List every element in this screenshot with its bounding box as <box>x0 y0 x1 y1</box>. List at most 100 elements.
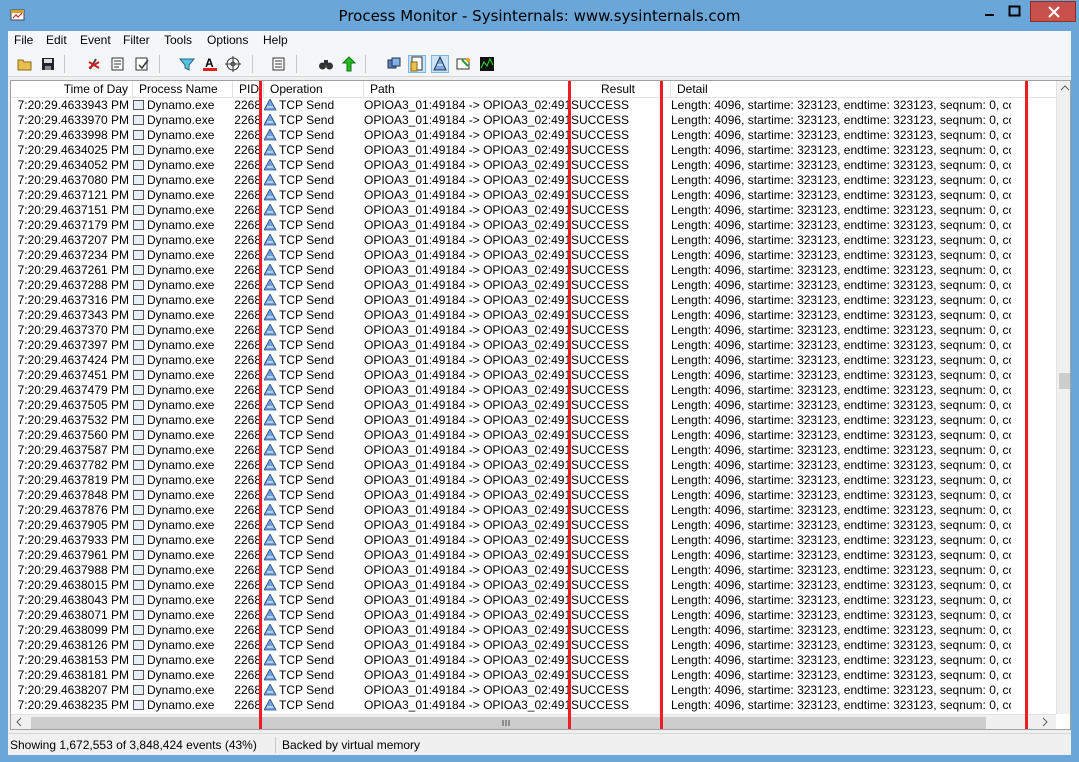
save-button[interactable] <box>39 55 57 73</box>
cell-result: SUCCESS <box>571 563 630 577</box>
table-row[interactable]: 7:20:29.4637905 PM Dynamo.exe 2268 TCP Send… <box>11 518 1056 533</box>
cell-process-label: Dynamo.exe <box>147 473 215 487</box>
event-list[interactable]: Time of Day Process Name PID Operation P… <box>10 80 1071 730</box>
cell-process: Dynamo.exe <box>133 128 233 143</box>
menu-file[interactable]: File <box>14 33 33 47</box>
column-process-name[interactable]: Process Name <box>133 81 233 98</box>
cell-process: Dynamo.exe <box>133 248 233 263</box>
table-row[interactable]: 7:20:29.4637288 PM Dynamo.exe 2268 TCP Send… <box>11 278 1056 293</box>
table-row[interactable]: 7:20:29.4637532 PM Dynamo.exe 2268 TCP Send… <box>11 413 1056 428</box>
cell-process-label: Dynamo.exe <box>147 248 215 262</box>
table-row[interactable]: 7:20:29.4637819 PM Dynamo.exe 2268 TCP Send… <box>11 473 1056 488</box>
table-row[interactable]: 7:20:29.4638043 PM Dynamo.exe 2268 TCP Send… <box>11 593 1056 608</box>
vertical-scrollbar[interactable] <box>1056 81 1070 714</box>
close-button[interactable] <box>1030 1 1076 22</box>
table-row[interactable]: 7:20:29.4633943 PM Dynamo.exe 2268 TCP Send… <box>11 98 1056 113</box>
cell-result: SUCCESS <box>571 263 630 277</box>
table-row[interactable]: 7:20:29.4637933 PM Dynamo.exe 2268 TCP Send… <box>11 533 1056 548</box>
find-button[interactable] <box>317 55 335 73</box>
table-row[interactable]: 7:20:29.4637876 PM Dynamo.exe 2268 TCP Send… <box>11 503 1056 518</box>
menu-event[interactable]: Event <box>80 33 111 47</box>
minimize-button[interactable] <box>976 1 1003 22</box>
horizontal-scrollbar[interactable] <box>11 714 1056 729</box>
scroll-right-arrow-icon[interactable] <box>1041 716 1049 728</box>
target-button[interactable] <box>224 55 242 73</box>
column-header: Time of Day Process Name PID Operation P… <box>11 81 1056 98</box>
table-row[interactable]: 7:20:29.4637479 PM Dynamo.exe 2268 TCP Send… <box>11 383 1056 398</box>
table-row[interactable]: 7:20:29.4634052 PM Dynamo.exe 2268 TCP Send… <box>11 158 1056 173</box>
table-row[interactable]: 7:20:29.4637505 PM Dynamo.exe 2268 TCP Send… <box>11 398 1056 413</box>
table-row[interactable]: 7:20:29.4638153 PM Dynamo.exe 2268 TCP Send… <box>11 653 1056 668</box>
menu-edit[interactable]: Edit <box>46 33 67 47</box>
clear-button[interactable] <box>133 55 151 73</box>
registry-button[interactable] <box>385 55 403 73</box>
title-bar[interactable]: Process Monitor - Sysinternals: www.sysi… <box>0 0 1079 31</box>
table-row[interactable]: 7:20:29.4634025 PM Dynamo.exe 2268 TCP Send… <box>11 143 1056 158</box>
cell-operation: TCP Send <box>264 473 364 488</box>
table-row[interactable]: 7:20:29.4637121 PM Dynamo.exe 2268 TCP Send… <box>11 188 1056 203</box>
table-row[interactable]: 7:20:29.4637560 PM Dynamo.exe 2268 TCP Send… <box>11 428 1056 443</box>
table-row[interactable]: 7:20:29.4637370 PM Dynamo.exe 2268 TCP Send… <box>11 323 1056 338</box>
table-row[interactable]: 7:20:29.4637848 PM Dynamo.exe 2268 TCP Send… <box>11 488 1056 503</box>
column-time-of-day[interactable]: Time of Day <box>11 81 133 98</box>
table-row[interactable]: 7:20:29.4637961 PM Dynamo.exe 2268 TCP Send… <box>11 548 1056 563</box>
table-row[interactable]: 7:20:29.4637316 PM Dynamo.exe 2268 TCP Send… <box>11 293 1056 308</box>
table-row[interactable]: 7:20:29.4633998 PM Dynamo.exe 2268 TCP Send… <box>11 128 1056 143</box>
jump-button[interactable] <box>340 55 358 73</box>
filesystem-button[interactable] <box>408 55 426 73</box>
network-button[interactable] <box>431 55 449 73</box>
column-operation[interactable]: Operation <box>264 81 364 98</box>
table-row[interactable]: 7:20:29.4637151 PM Dynamo.exe 2268 TCP Send… <box>11 203 1056 218</box>
table-row[interactable]: 7:20:29.4637261 PM Dynamo.exe 2268 TCP Send… <box>11 263 1056 278</box>
filter-button[interactable] <box>178 55 196 73</box>
scroll-up-arrow-icon[interactable] <box>1060 84 1070 92</box>
table-row[interactable]: 7:20:29.4633970 PM Dynamo.exe 2268 TCP Send… <box>11 113 1056 128</box>
table-row[interactable]: 7:20:29.4638099 PM Dynamo.exe 2268 TCP Send… <box>11 623 1056 638</box>
table-row[interactable]: 7:20:29.4637451 PM Dynamo.exe 2268 TCP Send… <box>11 368 1056 383</box>
column-result[interactable]: Result <box>571 81 671 98</box>
menu-tools[interactable]: Tools <box>164 33 192 47</box>
profiling-button[interactable] <box>478 55 496 73</box>
menu-options[interactable]: Options <box>207 33 248 47</box>
table-row[interactable]: 7:20:29.4637587 PM Dynamo.exe 2268 TCP Send… <box>11 443 1056 458</box>
vertical-scroll-thumb[interactable] <box>1059 373 1070 389</box>
menu-filter[interactable]: Filter <box>123 33 150 47</box>
table-row[interactable]: 7:20:29.4638071 PM Dynamo.exe 2268 TCP Send… <box>11 608 1056 623</box>
autoscroll-button[interactable] <box>109 55 127 73</box>
process-thread-button[interactable] <box>455 55 473 73</box>
scroll-left-arrow-icon[interactable] <box>15 716 23 728</box>
table-row[interactable]: 7:20:29.4637343 PM Dynamo.exe 2268 TCP Send… <box>11 308 1056 323</box>
process-tree-button[interactable] <box>270 55 288 73</box>
cell-time: 7:20:29.4634052 PM <box>17 158 129 172</box>
highlight-button[interactable]: A <box>201 55 219 73</box>
cell-result: SUCCESS <box>571 503 630 517</box>
table-row[interactable]: 7:20:29.4638126 PM Dynamo.exe 2268 TCP Send… <box>11 638 1056 653</box>
table-row[interactable]: 7:20:29.4638235 PM Dynamo.exe 2268 TCP Send… <box>11 698 1056 713</box>
column-path[interactable]: Path <box>364 81 571 98</box>
table-row[interactable]: 7:20:29.4637782 PM Dynamo.exe 2268 TCP Send… <box>11 458 1056 473</box>
table-row[interactable]: 7:20:29.4638181 PM Dynamo.exe 2268 TCP Send… <box>11 668 1056 683</box>
cell-operation-label: TCP Send <box>279 413 335 427</box>
table-row[interactable]: 7:20:29.4637234 PM Dynamo.exe 2268 TCP Send… <box>11 248 1056 263</box>
table-row[interactable]: 7:20:29.4637207 PM Dynamo.exe 2268 TCP Send… <box>11 233 1056 248</box>
table-row[interactable]: 7:20:29.4637179 PM Dynamo.exe 2268 TCP Send… <box>11 218 1056 233</box>
horizontal-scroll-thumb[interactable] <box>31 717 986 729</box>
column-detail[interactable]: Detail <box>671 81 1026 98</box>
table-row[interactable]: 7:20:29.4637988 PM Dynamo.exe 2268 TCP Send… <box>11 563 1056 578</box>
table-row[interactable]: 7:20:29.4637424 PM Dynamo.exe 2268 TCP Send… <box>11 353 1056 368</box>
maximize-button[interactable] <box>1001 1 1028 22</box>
cell-pid: 2268 <box>234 323 261 337</box>
table-row[interactable]: 7:20:29.4637397 PM Dynamo.exe 2268 TCP Send… <box>11 338 1056 353</box>
capture-button[interactable] <box>85 55 103 73</box>
process-icon <box>133 430 144 440</box>
cell-detail: Length: 4096, startime: 323123, endtime:… <box>671 503 1011 517</box>
table-row[interactable]: 7:20:29.4637080 PM Dynamo.exe 2268 TCP Send… <box>11 173 1056 188</box>
cell-detail: Length: 4096, startime: 323123, endtime:… <box>671 248 1011 262</box>
table-row[interactable]: 7:20:29.4638207 PM Dynamo.exe 2268 TCP Send… <box>11 683 1056 698</box>
network-operation-icon <box>264 564 277 576</box>
table-row[interactable]: 7:20:29.4638015 PM Dynamo.exe 2268 TCP Send… <box>11 578 1056 593</box>
cell-path: OPIOA3_01:49184 -> OPIOA3_02:49182 <box>364 548 569 562</box>
menu-help[interactable]: Help <box>263 33 288 47</box>
column-pid[interactable]: PID <box>233 81 264 98</box>
open-button[interactable] <box>16 55 34 73</box>
